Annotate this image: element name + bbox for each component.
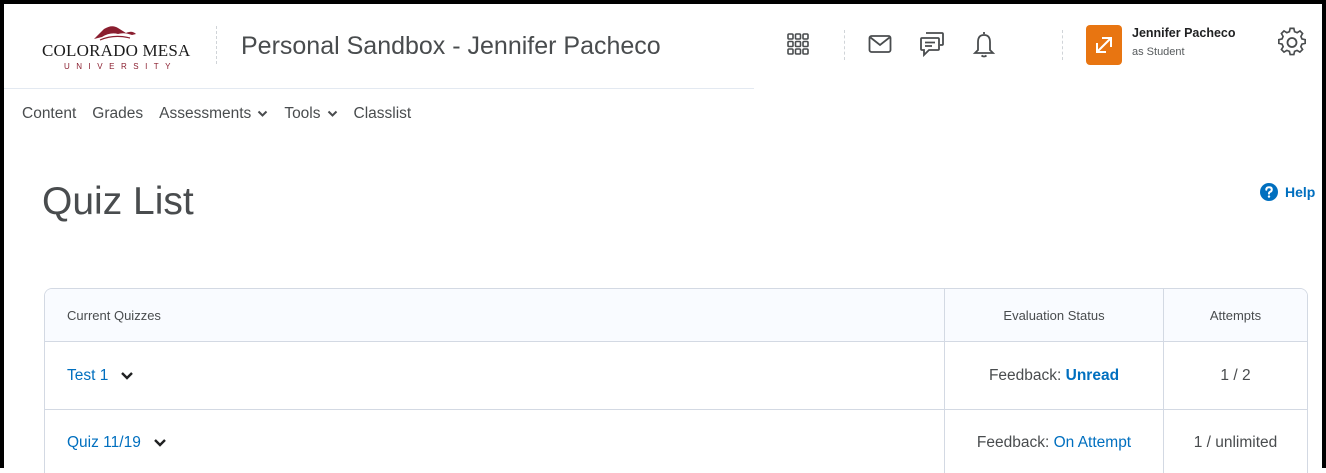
header-divider bbox=[4, 88, 754, 89]
bell-icon bbox=[972, 32, 996, 58]
feedback-link[interactable]: Unread bbox=[1066, 367, 1119, 384]
chevron-down-icon bbox=[258, 110, 268, 117]
role-switch-button[interactable] bbox=[1086, 25, 1122, 65]
table-row: Quiz 11/19 Feedback: On Attempt 1 / unli… bbox=[45, 410, 1307, 473]
course-selector-button[interactable] bbox=[780, 26, 816, 62]
mesa-logo-icon bbox=[94, 26, 136, 41]
chat-icon bbox=[920, 32, 944, 58]
attempts-value: 1 / unlimited bbox=[1193, 434, 1278, 451]
gear-icon bbox=[1278, 27, 1306, 56]
chevron-down-icon[interactable] bbox=[120, 371, 134, 381]
nav-item-tools[interactable]: Tools bbox=[284, 105, 337, 123]
help-label: Help bbox=[1285, 184, 1316, 200]
quiz-name-cell: Test 1 bbox=[45, 342, 944, 409]
nav-item-label: Classlist bbox=[353, 105, 412, 122]
feedback-text: Feedback: On Attempt bbox=[977, 434, 1131, 452]
nav-item-label: Content bbox=[22, 105, 77, 122]
course-navbar: Content Grades Assessments Tools Classli… bbox=[22, 103, 427, 125]
column-header-evaluation-status: Evaluation Status bbox=[944, 289, 1163, 341]
attempts-cell: 1 / 2 bbox=[1163, 342, 1307, 409]
nav-item-label: Assessments bbox=[159, 105, 252, 122]
page-title: Quiz List bbox=[42, 180, 194, 223]
feedback-label: Feedback: bbox=[976, 434, 1050, 451]
nav-item-grades[interactable]: Grades bbox=[92, 105, 143, 123]
quiz-link[interactable]: Test 1 bbox=[67, 367, 134, 385]
update-alerts-button[interactable] bbox=[966, 26, 1002, 62]
quiz-link[interactable]: Quiz 11/19 bbox=[67, 434, 167, 452]
nav-item-content[interactable]: Content bbox=[22, 105, 76, 123]
chevron-down-icon[interactable] bbox=[153, 438, 167, 448]
nav-item-assessments[interactable]: Assessments bbox=[159, 105, 268, 123]
navbar: COLORADO MESA UNIVERSITY Personal Sandbo… bbox=[4, 4, 1322, 88]
divider bbox=[216, 26, 218, 64]
user-role: as Student bbox=[1132, 46, 1185, 58]
feedback-text: Feedback: Unread bbox=[989, 367, 1119, 385]
logo-wordmark: COLORADO MESA bbox=[42, 41, 191, 60]
chevron-down-icon bbox=[327, 110, 337, 117]
settings-button[interactable] bbox=[1274, 24, 1310, 60]
logo-subtext: UNIVERSITY bbox=[64, 62, 178, 71]
help-icon bbox=[1260, 183, 1278, 201]
evaluation-status-cell: Feedback: Unread bbox=[944, 342, 1163, 409]
quiz-name: Test 1 bbox=[67, 366, 109, 384]
user-name[interactable]: Jennifer Pacheco bbox=[1132, 26, 1236, 40]
divider bbox=[844, 30, 846, 60]
grid-icon bbox=[787, 33, 809, 55]
course-title[interactable]: Personal Sandbox - Jennifer Pacheco bbox=[241, 32, 661, 61]
nav-item-classlist[interactable]: Classlist bbox=[354, 105, 412, 123]
subscription-alerts-button[interactable] bbox=[914, 26, 950, 62]
message-alerts-button[interactable] bbox=[862, 26, 898, 62]
attempts-cell: 1 / unlimited bbox=[1163, 410, 1307, 473]
attempts-value: 1 / 2 bbox=[1220, 366, 1251, 384]
nav-item-label: Grades bbox=[92, 105, 144, 122]
help-link[interactable]: Help bbox=[1260, 183, 1315, 201]
feedback-label: Feedback: bbox=[988, 366, 1062, 384]
table-row: Test 1 Feedback: Unread 1 / 2 bbox=[45, 342, 1307, 410]
divider bbox=[1062, 30, 1064, 60]
evaluation-status-cell: Feedback: On Attempt bbox=[944, 410, 1163, 473]
quiz-name-cell: Quiz 11/19 bbox=[45, 410, 944, 473]
nav-item-label: Tools bbox=[284, 105, 321, 122]
university-logo[interactable]: COLORADO MESA UNIVERSITY bbox=[42, 22, 192, 74]
table-header-row: Current Quizzes Evaluation Status Attemp… bbox=[45, 289, 1307, 342]
quiz-name: Quiz 11/19 bbox=[67, 434, 141, 451]
role-switch-icon bbox=[1096, 37, 1112, 53]
column-header-attempts: Attempts bbox=[1163, 289, 1307, 341]
mail-icon bbox=[868, 35, 892, 53]
feedback-link[interactable]: On Attempt bbox=[1054, 434, 1132, 451]
quiz-table: Current Quizzes Evaluation Status Attemp… bbox=[44, 288, 1308, 473]
column-header-current-quizzes: Current Quizzes bbox=[67, 307, 161, 323]
